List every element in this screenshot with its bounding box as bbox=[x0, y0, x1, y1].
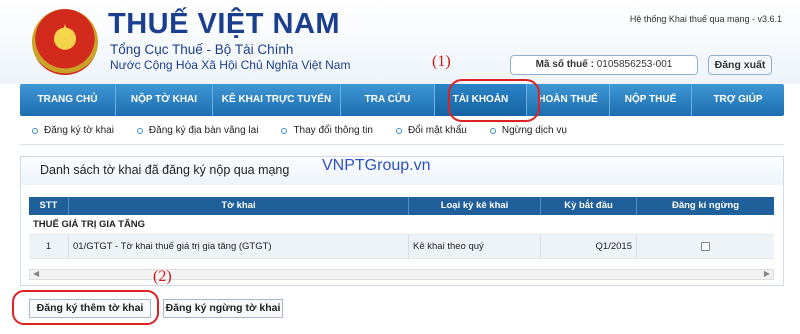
subnav-change-info[interactable]: Thay đổi thông tin bbox=[269, 125, 373, 136]
annotation-1: (1) bbox=[432, 53, 451, 70]
nav-pay-tax[interactable]: NỘP THUẾ bbox=[610, 84, 692, 116]
system-version: Hệ thống Khai thuế qua mạng - v3.6.1 bbox=[629, 14, 782, 24]
col-stop-registration: Đăng kí ngừng bbox=[671, 200, 740, 211]
bullet-icon bbox=[395, 127, 402, 134]
col-stt: STT bbox=[29, 197, 69, 215]
main-nav: TRANG CHỦ NỘP TỜ KHAI KÊ KHAI TRỰC TUYẾN… bbox=[20, 84, 784, 116]
cell-start-period: Q1/2015 bbox=[541, 235, 637, 258]
subnav-label: Ngừng dịch vụ bbox=[501, 125, 567, 136]
bullet-icon bbox=[32, 127, 38, 134]
annotation-2: (2) bbox=[153, 268, 172, 285]
bullet-icon bbox=[489, 127, 496, 134]
declaration-panel: Danh sách tờ khai đã đăng ký nộp qua mạn… bbox=[20, 156, 784, 286]
scroll-left-icon[interactable]: ◀ bbox=[33, 269, 39, 278]
cell-declaration: 01/GTGT - Tờ khai thuế giá trị gia tăng … bbox=[69, 235, 409, 258]
col-period-type: Loại kỳ kê khai bbox=[409, 197, 541, 215]
subnav-label: Đăng ký địa bàn vãng lai bbox=[148, 125, 259, 136]
tax-code-box: Mã số thuế : 0105856253-001 bbox=[510, 55, 698, 75]
national-emblem-logo: ★ bbox=[32, 9, 98, 75]
register-stop-declaration-button[interactable]: Đăng ký ngừng tờ khai bbox=[163, 299, 283, 318]
subnav-label: Thay đổi thông tin bbox=[293, 125, 373, 136]
subnav-stop-service[interactable]: Ngừng dịch vụ bbox=[478, 125, 567, 136]
cell-stop-checkbox-wrap bbox=[637, 235, 774, 258]
subnav-label: Đổi mật khẩu bbox=[407, 125, 467, 136]
tax-code-value: 0105856253-001 bbox=[596, 59, 673, 70]
subnav-label: Đăng ký tờ khai bbox=[44, 125, 114, 136]
scroll-right-icon[interactable]: ▶ bbox=[764, 269, 770, 278]
nav-submit-declaration[interactable]: NỘP TỜ KHAI bbox=[116, 84, 213, 116]
cell-period-type: Kê khai theo quý bbox=[409, 235, 541, 258]
nav-online-declaration[interactable]: KÊ KHAI TRỰC TUYẾN bbox=[213, 84, 341, 116]
panel-header: Danh sách tờ khai đã đăng ký nộp qua mạn… bbox=[21, 157, 783, 185]
brand-subtitle-country: Nước Cộng Hòa Xã Hội Chủ Nghĩa Việt Nam bbox=[110, 58, 351, 72]
panel-title: Danh sách tờ khai đã đăng ký nộp qua mạn… bbox=[40, 163, 290, 177]
subnav-change-password[interactable]: Đổi mật khẩu bbox=[384, 125, 467, 136]
table-header: STT Tờ khai Loại kỳ kê khai Kỳ bắt đầu Đ… bbox=[29, 197, 774, 215]
annotation-circle-account bbox=[448, 79, 540, 122]
horizontal-scrollbar[interactable]: ◀ ▶ bbox=[29, 269, 774, 280]
stop-checkbox[interactable] bbox=[701, 241, 710, 251]
annotation-circle-add-button bbox=[12, 290, 159, 325]
logout-button[interactable]: Đăng xuất bbox=[708, 55, 772, 75]
bullet-icon bbox=[136, 127, 143, 134]
star-icon: ★ bbox=[55, 21, 75, 46]
page-header: ★ THUẾ VIỆT NAM Tổng Cục Thuế - Bộ Tài C… bbox=[0, 0, 800, 84]
bullet-icon bbox=[281, 127, 288, 134]
nav-help[interactable]: TRỢ GIÚP bbox=[692, 84, 784, 116]
declaration-table: STT Tờ khai Loại kỳ kê khai Kỳ bắt đầu Đ… bbox=[29, 197, 774, 259]
watermark-text: VNPTGroup.vn bbox=[322, 157, 431, 174]
cell-stt: 1 bbox=[29, 235, 69, 258]
group-row: THUẾ GIÁ TRỊ GIA TĂNG bbox=[29, 215, 774, 235]
col-declaration: Tờ khai bbox=[69, 197, 409, 215]
nav-home[interactable]: TRANG CHỦ bbox=[20, 84, 116, 116]
brand-subtitle-ministry: Tổng Cục Thuế - Bộ Tài Chính bbox=[110, 42, 294, 57]
col-start-period: Kỳ bắt đầu bbox=[541, 197, 637, 215]
subnav-register-location[interactable]: Đăng ký địa bàn vãng lai bbox=[125, 125, 259, 136]
divider bbox=[20, 144, 784, 145]
tax-code-label: Mã số thuế : bbox=[535, 59, 594, 70]
subnav-register-declaration[interactable]: Đăng ký tờ khai bbox=[20, 125, 114, 136]
sub-nav: Đăng ký tờ khai Đăng ký địa bàn vãng lai… bbox=[20, 122, 784, 139]
brand-title: THUẾ VIỆT NAM bbox=[108, 8, 341, 40]
nav-lookup[interactable]: TRA CỨU bbox=[341, 84, 435, 116]
table-row: 1 01/GTGT - Tờ khai thuế giá trị gia tăn… bbox=[29, 235, 774, 259]
